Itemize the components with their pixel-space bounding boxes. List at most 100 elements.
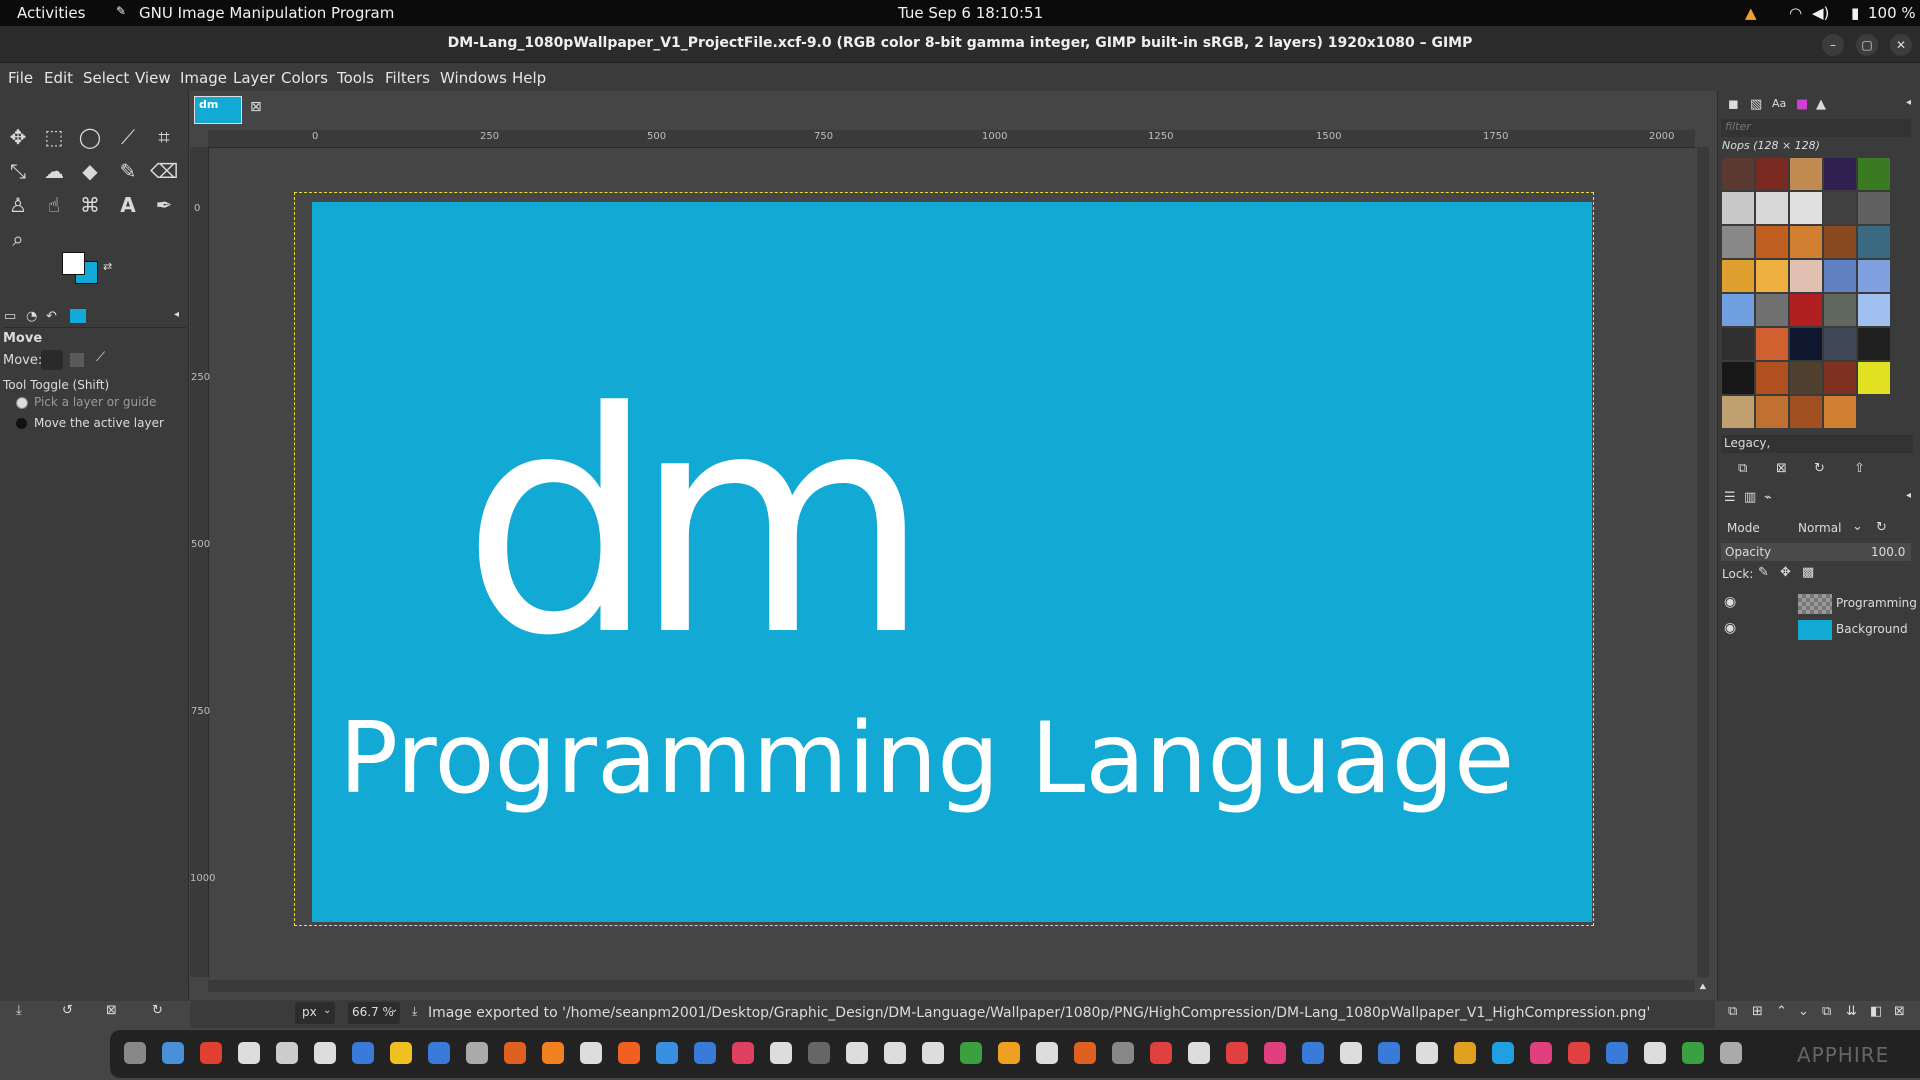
pattern-swatch[interactable] xyxy=(1824,226,1856,258)
taskbar-app-icon[interactable] xyxy=(1720,1042,1742,1064)
mode-reset-icon[interactable]: ↻ xyxy=(1876,520,1887,535)
taskbar-app-icon[interactable] xyxy=(770,1042,792,1064)
taskbar-app-icon[interactable] xyxy=(1606,1042,1628,1064)
brushes-tab-icon[interactable]: ◼ xyxy=(1728,97,1739,112)
pattern-swatch[interactable] xyxy=(1858,294,1890,326)
taskbar-app-icon[interactable] xyxy=(1188,1042,1210,1064)
pattern-swatch[interactable] xyxy=(1824,294,1856,326)
clone-icon[interactable]: ♙ xyxy=(4,191,32,219)
pattern-swatch[interactable] xyxy=(1858,226,1890,258)
pattern-swatch[interactable] xyxy=(1722,362,1754,394)
pattern-swatch[interactable] xyxy=(1756,362,1788,394)
pattern-swatch[interactable] xyxy=(1824,260,1856,292)
pattern-swatch[interactable] xyxy=(1824,396,1856,428)
move-layer-icon[interactable] xyxy=(41,350,63,370)
pattern-swatch[interactable] xyxy=(1790,328,1822,360)
paths-icon[interactable]: ⌘ xyxy=(76,191,104,219)
menu-help[interactable]: Help xyxy=(512,69,546,87)
taskbar-app-icon[interactable] xyxy=(618,1042,640,1064)
paintbrush-icon[interactable]: ✎ xyxy=(114,157,142,185)
reset-options-icon[interactable]: ↻ xyxy=(152,1003,163,1018)
move-tool-icon[interactable]: ✥ xyxy=(4,123,32,151)
taskbar-app-icon[interactable] xyxy=(884,1042,906,1064)
pattern-swatch[interactable] xyxy=(1824,192,1856,224)
rect-select-icon[interactable]: ⬚ xyxy=(40,123,68,151)
text-tool-icon[interactable]: A xyxy=(114,191,142,219)
mode-select[interactable]: Normal ⌄ xyxy=(1798,519,1864,537)
taskbar-app-icon[interactable] xyxy=(542,1042,564,1064)
pattern-swatch[interactable] xyxy=(1824,158,1856,190)
taskbar-app-icon[interactable] xyxy=(808,1042,830,1064)
visibility-eye-icon[interactable]: ◉ xyxy=(1724,620,1736,636)
gradients-tab-icon[interactable]: ■ xyxy=(1796,97,1808,112)
minimize-icon[interactable]: – xyxy=(1822,34,1844,56)
menu-select[interactable]: Select xyxy=(83,69,129,87)
menu-filters[interactable]: Filters xyxy=(385,69,430,87)
taskbar-app-icon[interactable] xyxy=(1302,1042,1324,1064)
pattern-swatch[interactable] xyxy=(1790,260,1822,292)
duplicate-layer-icon[interactable]: ⧉ xyxy=(1822,1004,1831,1019)
pattern-filter-input[interactable]: filter xyxy=(1721,119,1911,137)
taskbar-app-icon[interactable] xyxy=(466,1042,488,1064)
pattern-swatch[interactable] xyxy=(1722,192,1754,224)
image-tab-thumbnail[interactable]: dm xyxy=(194,96,242,124)
delete-layer-icon[interactable]: ⊠ xyxy=(1894,1004,1905,1019)
pattern-swatch[interactable] xyxy=(1790,396,1822,428)
taskbar-app-icon[interactable] xyxy=(276,1042,298,1064)
device-status-tab-icon[interactable]: ◔ xyxy=(26,309,37,324)
visibility-eye-icon[interactable]: ◉ xyxy=(1724,594,1736,610)
taskbar-app-icon[interactable] xyxy=(124,1042,146,1064)
pattern-swatch[interactable] xyxy=(1790,294,1822,326)
open-as-image-icon[interactable]: ⇧ xyxy=(1854,461,1865,476)
taskbar-app-icon[interactable] xyxy=(238,1042,260,1064)
new-layer-group-icon[interactable]: ⧉ xyxy=(1728,1004,1737,1019)
foreground-color-swatch[interactable] xyxy=(62,252,85,275)
refresh-patterns-icon[interactable]: ↻ xyxy=(1814,461,1825,476)
taskbar-app-icon[interactable] xyxy=(656,1042,678,1064)
lasso-icon[interactable]: ◯ xyxy=(76,123,104,151)
pattern-swatch[interactable] xyxy=(1858,192,1890,224)
navigate-icon[interactable]: ⯅ xyxy=(1698,980,1708,995)
pattern-swatch[interactable] xyxy=(1858,260,1890,292)
opacity-slider[interactable]: Opacity 100.0 xyxy=(1721,543,1911,561)
taskbar-app-icon[interactable] xyxy=(352,1042,374,1064)
channels-tab-icon[interactable]: ▥ xyxy=(1744,490,1756,505)
pattern-swatch[interactable] xyxy=(1722,396,1754,428)
menu-tools[interactable]: Tools xyxy=(337,69,374,87)
pattern-swatch[interactable] xyxy=(1756,396,1788,428)
menu-windows[interactable]: Windows xyxy=(440,69,507,87)
taskbar-app-icon[interactable] xyxy=(390,1042,412,1064)
taskbar-app-icon[interactable] xyxy=(1530,1042,1552,1064)
vertical-ruler[interactable]: 0 250 500 750 1000 xyxy=(190,147,215,977)
pattern-swatch[interactable] xyxy=(1722,226,1754,258)
patterns-tab-icon[interactable]: ▧ xyxy=(1750,97,1762,112)
menu-colors[interactable]: Colors xyxy=(281,69,328,87)
zoom-icon[interactable]: ⌕ xyxy=(4,225,32,253)
pattern-swatch[interactable] xyxy=(1858,362,1890,394)
taskbar-app-icon[interactable] xyxy=(580,1042,602,1064)
configure-tab-icon[interactable]: ◂ xyxy=(1906,490,1911,501)
save-options-icon[interactable]: ⤓ xyxy=(16,1003,22,1018)
radio-pick-layer[interactable] xyxy=(16,397,28,409)
app-menu-label[interactable]: GNU Image Manipulation Program xyxy=(139,4,394,22)
taskbar-app-icon[interactable] xyxy=(1568,1042,1590,1064)
crop-icon[interactable]: ⌗ xyxy=(150,123,178,151)
pattern-swatch[interactable] xyxy=(1756,192,1788,224)
move-path-icon[interactable]: ⟋ xyxy=(96,350,105,365)
taskbar-app-icon[interactable] xyxy=(694,1042,716,1064)
menu-file[interactable]: File xyxy=(8,69,33,87)
delete-options-icon[interactable]: ⊠ xyxy=(106,1003,117,1018)
pattern-swatch[interactable] xyxy=(1756,226,1788,258)
taskbar-app-icon[interactable] xyxy=(162,1042,184,1064)
taskbar-app-icon[interactable] xyxy=(428,1042,450,1064)
wifi-icon[interactable]: ◠ xyxy=(1789,4,1802,22)
move-selection-icon[interactable] xyxy=(70,353,84,367)
unit-select[interactable]: px ⌄ xyxy=(295,1002,335,1024)
fonts-tab-icon[interactable]: Aa xyxy=(1772,97,1786,110)
lower-layer-icon[interactable]: ⌄ xyxy=(1798,1004,1809,1019)
pattern-swatch[interactable] xyxy=(1858,158,1890,190)
menu-image[interactable]: Image xyxy=(180,69,227,87)
merge-layer-icon[interactable]: ⇊ xyxy=(1846,1004,1857,1019)
taskbar-app-icon[interactable] xyxy=(1682,1042,1704,1064)
pattern-swatch[interactable] xyxy=(1722,260,1754,292)
